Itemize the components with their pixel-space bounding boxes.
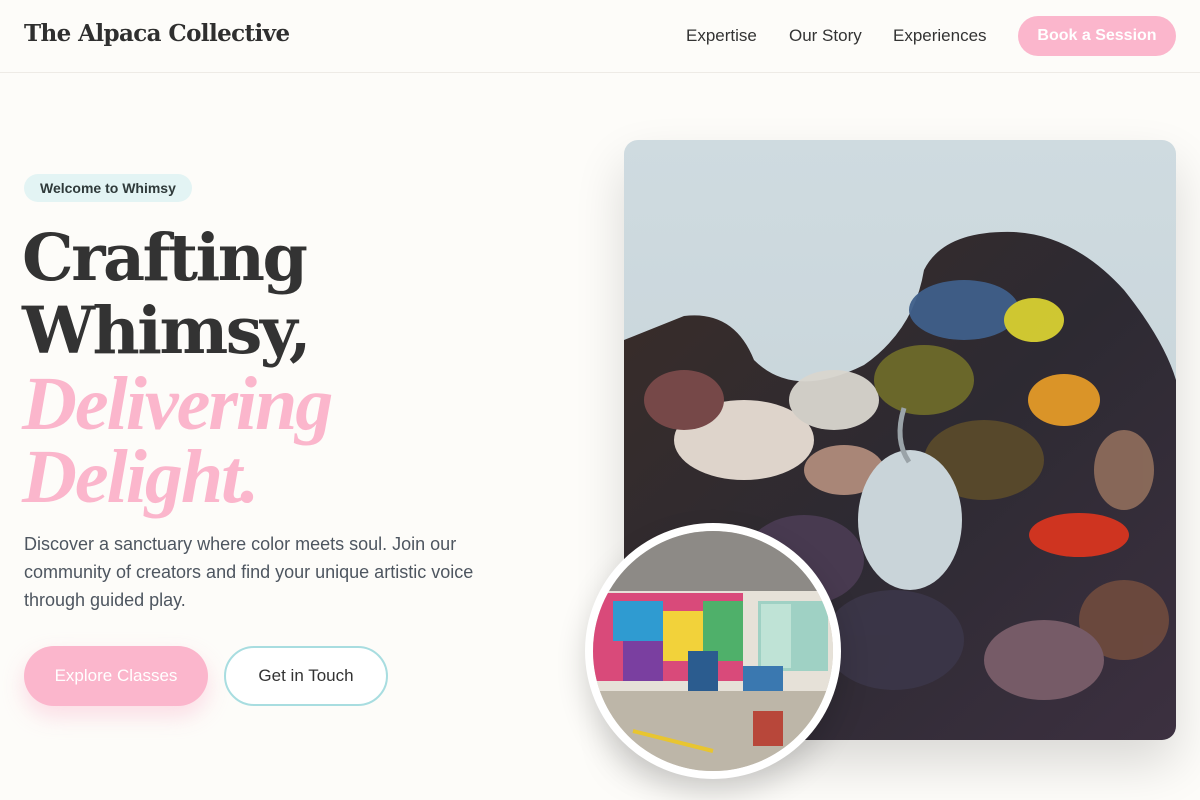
nav-link-expertise[interactable]: Expertise: [686, 26, 757, 46]
nav-link-experiences[interactable]: Experiences: [893, 26, 987, 46]
art-studio-illustration: [593, 531, 833, 771]
book-session-button[interactable]: Book a Session: [1018, 16, 1176, 56]
hero-description: Discover a sanctuary where color meets s…: [24, 534, 474, 610]
nav-link-our-story[interactable]: Our Story: [789, 26, 862, 46]
get-in-touch-button[interactable]: Get in Touch: [224, 646, 388, 706]
headline-line-2: Whimsy,: [22, 293, 312, 369]
art-studio-photo: [593, 531, 833, 771]
hero-headline: Crafting Whimsy, Delivering Delight.: [22, 220, 582, 519]
site-header: The Alpaca Collective Expertise Our Stor…: [0, 0, 1200, 73]
welcome-badge: Welcome to Whimsy: [24, 174, 192, 202]
headline-accent-2: Delight.: [22, 435, 259, 519]
explore-classes-button[interactable]: Explore Classes: [24, 646, 208, 706]
headline-accent-1: Delivering: [22, 362, 333, 446]
headline-line-1: Crafting: [22, 220, 308, 296]
art-studio-photo-frame: [585, 523, 841, 779]
